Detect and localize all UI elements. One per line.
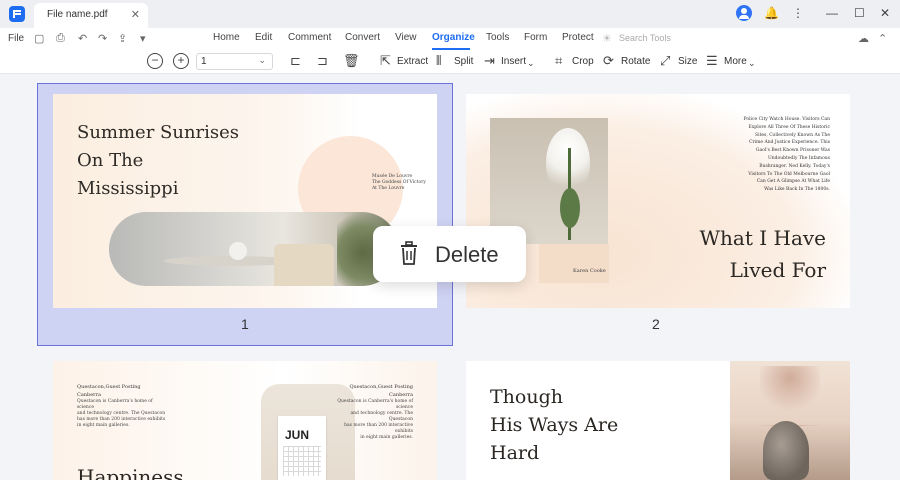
page-4-title: Though His Ways Are Hard <box>490 386 619 464</box>
page-3-right-text: Questacon,Guest Posting Canberra Questac… <box>331 383 413 441</box>
trash-icon <box>401 241 417 265</box>
size-button[interactable]: Size <box>678 56 697 67</box>
account-avatar-icon[interactable] <box>736 5 752 21</box>
page-3-left-text: Questacon,Guest Posting Canberra Questac… <box>77 383 167 429</box>
search-tools-icon: ☀ <box>602 33 612 45</box>
minimize-icon[interactable]: — <box>826 6 838 20</box>
delete-label: Delete <box>435 242 499 267</box>
zoom-out-button[interactable]: − <box>147 53 163 69</box>
tab-label: File name.pdf <box>47 9 108 20</box>
cloud-upload-icon[interactable]: ☁ <box>858 32 869 45</box>
page-3-left-body: Questacon is Canberra's home of science … <box>77 399 166 428</box>
menu-bar: File ▢ ⎙ ↶ ↷ ⇪ ▾ Home Edit Comment Conve… <box>0 28 900 50</box>
insert-page-before-icon[interactable]: ⊏ <box>290 54 301 68</box>
page-number-value: 1 <box>201 56 207 67</box>
page-3-right-body: Questacon is Canberra's home of science … <box>337 399 413 440</box>
insert-dropdown-icon[interactable]: ⌄ <box>527 56 535 70</box>
print-icon[interactable]: ⎙ <box>56 32 65 45</box>
maximize-icon[interactable]: ☐ <box>854 6 865 20</box>
calendar-month: JUN <box>285 428 310 442</box>
page-3-right-heading: Questacon,Guest Posting Canberra <box>349 384 413 398</box>
delete-page-icon[interactable]: 🗑 <box>343 54 360 68</box>
organize-toolbar: − + 1 ⌄ ⊏ ⊐ 🗑 ⇱ Extract ⫴ Split ⇥ Insert… <box>0 50 900 74</box>
menu-comment[interactable]: Comment <box>288 32 331 43</box>
page-number-1: 1 <box>241 316 249 332</box>
page-number-2: 2 <box>652 316 660 332</box>
menu-tools[interactable]: Tools <box>486 32 509 43</box>
insert-button[interactable]: Insert <box>501 56 526 67</box>
collapse-ribbon-icon[interactable]: ⌃ <box>878 32 887 45</box>
rotate-button[interactable]: Rotate <box>621 56 650 67</box>
search-tools-input[interactable]: Search Tools <box>619 33 671 43</box>
dropdown-icon[interactable]: ▾ <box>140 32 146 45</box>
more-dropdown-icon[interactable]: ⌄ <box>748 56 756 70</box>
menu-convert[interactable]: Convert <box>345 32 380 43</box>
more-options-icon[interactable]: ⋮ <box>792 6 804 20</box>
size-icon[interactable]: ⤢ <box>660 54 670 68</box>
save-icon[interactable]: ▢ <box>34 32 44 45</box>
calendar-grid <box>283 446 321 476</box>
page-3-title: Happiness <box>77 465 184 480</box>
file-menu[interactable]: File <box>8 33 24 44</box>
split-button[interactable]: Split <box>454 56 473 67</box>
page-2-body: Police City Watch House. Visitors Can Ex… <box>743 117 830 193</box>
vase-shape <box>229 242 247 260</box>
share-icon[interactable]: ⇪ <box>118 32 127 45</box>
insert-page-after-icon[interactable]: ⊐ <box>317 54 328 68</box>
zoom-in-button[interactable]: + <box>173 53 189 69</box>
rotate-icon[interactable]: ⟳ <box>603 54 614 68</box>
page-1-photo <box>109 212 399 286</box>
menu-home[interactable]: Home <box>213 32 240 43</box>
more-icon[interactable]: ☰ <box>706 54 718 68</box>
page-2-card-label: Karen Cooke <box>573 268 606 274</box>
more-button[interactable]: More <box>724 56 747 67</box>
vase-shape <box>763 421 809 480</box>
menu-form[interactable]: Form <box>524 32 547 43</box>
menu-protect[interactable]: Protect <box>562 32 594 43</box>
tab-close-icon[interactable]: ✕ <box>131 8 140 21</box>
menu-edit[interactable]: Edit <box>255 32 272 43</box>
delete-page-popup[interactable]: Delete <box>373 226 526 282</box>
crop-icon[interactable]: ⌗ <box>555 54 562 68</box>
redo-icon[interactable]: ↷ <box>98 32 107 45</box>
leaf-shape <box>560 188 580 228</box>
crop-button[interactable]: Crop <box>572 56 594 67</box>
split-icon[interactable]: ⫴ <box>436 54 441 68</box>
page-thumbnail-3[interactable]: Questacon,Guest Posting Canberra Questac… <box>53 361 437 480</box>
close-window-icon[interactable]: ✕ <box>880 6 890 20</box>
dried-stems-shape <box>760 366 820 426</box>
title-bar: File name.pdf ✕ 🔔 ⋮ — ☐ ✕ <box>0 0 900 28</box>
page-1-title: Summer Sunrises On The Mississippi <box>77 122 240 199</box>
chair-shape <box>274 244 334 286</box>
page-1-caption: Musée De Louvre The Goddess Of Victory A… <box>372 174 426 191</box>
notification-bell-icon[interactable]: 🔔 <box>764 6 779 20</box>
menu-organize[interactable]: Organize <box>432 32 475 43</box>
document-tab[interactable]: File name.pdf ✕ <box>34 3 148 28</box>
menu-view[interactable]: View <box>395 32 417 43</box>
insert-icon[interactable]: ⇥ <box>484 54 495 68</box>
calendar-shape: JUN <box>278 416 326 480</box>
extract-icon[interactable]: ⇱ <box>380 54 391 68</box>
page-2-card <box>539 244 609 283</box>
undo-icon[interactable]: ↶ <box>78 32 87 45</box>
extract-button[interactable]: Extract <box>397 56 428 67</box>
page-3-left-heading: Questacon,Guest Posting Canberra <box>77 384 141 398</box>
page-4-photo <box>730 361 850 480</box>
page-thumbnail-4[interactable]: Though His Ways Are Hard <box>466 361 850 480</box>
chevron-down-icon: ⌄ <box>258 55 266 65</box>
page-2-title: What I Have Lived For <box>699 226 826 282</box>
page-number-select[interactable]: 1 ⌄ <box>196 53 273 70</box>
app-logo-icon <box>9 6 25 22</box>
